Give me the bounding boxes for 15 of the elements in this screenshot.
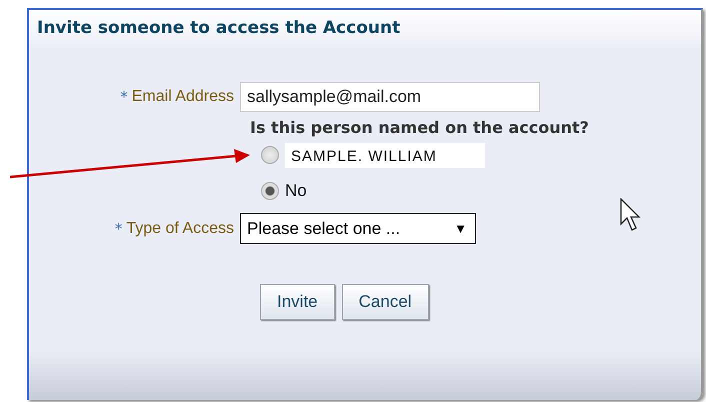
- required-mark: *: [114, 220, 122, 238]
- option-label: SAMPLE. WILLIAM: [285, 142, 485, 168]
- required-mark: *: [120, 88, 128, 106]
- field-label: Email Address: [132, 88, 234, 106]
- radio-button[interactable]: [261, 146, 279, 164]
- radio-button[interactable]: [261, 182, 279, 200]
- invite-button[interactable]: Invite: [260, 284, 335, 320]
- access-dropdown[interactable]: Please select one ... ▼: [240, 213, 476, 244]
- field-label: Type of Access: [126, 220, 234, 238]
- email-field[interactable]: sallysample@mail.com: [240, 82, 540, 112]
- question-text: Is this person named on the account?: [250, 118, 590, 137]
- cursor-icon: [620, 198, 642, 232]
- cancel-button[interactable]: Cancel: [342, 284, 429, 320]
- option-label: No: [285, 181, 307, 201]
- dialog-title: Invite someone to access the Account: [36, 17, 402, 40]
